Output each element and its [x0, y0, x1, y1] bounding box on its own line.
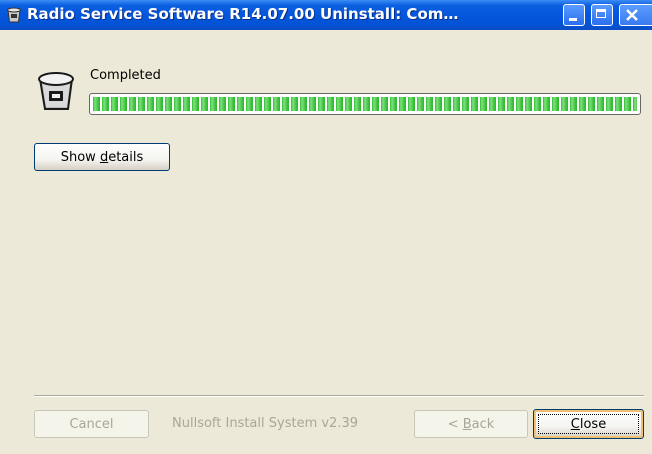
branding-text: Nullsoft Install System v2.39	[172, 416, 359, 431]
recycle-bin-icon	[38, 72, 74, 110]
progress-bar	[89, 93, 641, 115]
status-label: Completed	[90, 68, 161, 83]
show-details-label-pre: Show	[60, 149, 100, 165]
minimize-button[interactable]	[563, 4, 585, 26]
cancel-button[interactable]: Cancel	[34, 410, 149, 438]
close-window-button[interactable]	[619, 4, 652, 26]
back-label-post: ack	[471, 416, 495, 432]
close-icon	[626, 9, 638, 21]
cancel-label: Cancel	[69, 416, 114, 432]
back-button[interactable]: < Back	[414, 410, 528, 438]
show-details-button[interactable]: Show details	[34, 143, 170, 171]
title-bar[interactable]: Radio Service Software R14.07.00 Uninsta…	[0, 0, 652, 30]
back-mnemonic: B	[462, 416, 472, 432]
close-mnemonic: C	[570, 416, 580, 432]
close-button[interactable]: Close	[533, 409, 644, 439]
back-label-pre: <	[447, 416, 463, 432]
progress-bar-fill	[93, 97, 637, 111]
show-details-mnemonic: d	[99, 149, 109, 165]
window-title: Radio Service Software R14.07.00 Uninsta…	[27, 5, 459, 23]
maximize-button[interactable]	[591, 4, 613, 26]
footer-divider	[34, 395, 644, 397]
recycle-bin-icon	[7, 7, 21, 23]
show-details-label-post: etails	[108, 149, 144, 165]
close-label-post: lose	[579, 416, 607, 432]
